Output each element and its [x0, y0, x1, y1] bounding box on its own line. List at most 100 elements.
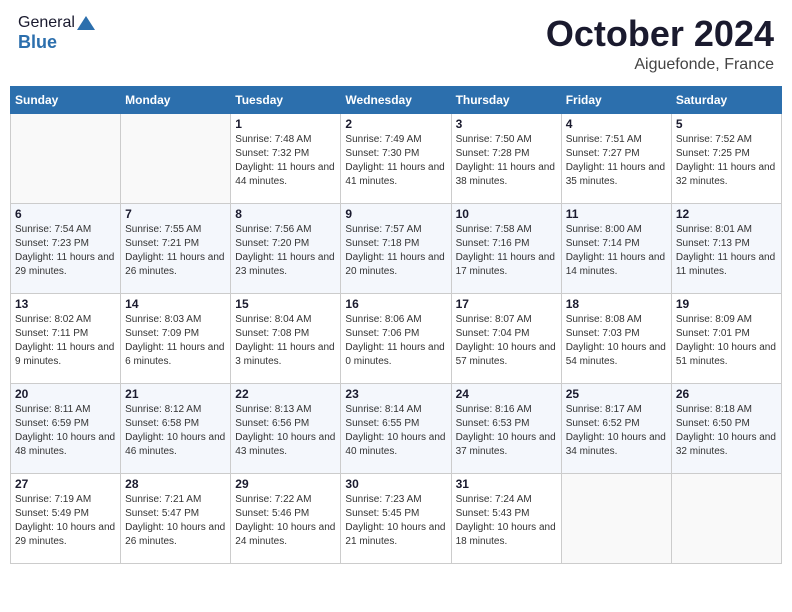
logo-blue-text: Blue [18, 32, 57, 53]
col-wednesday: Wednesday [341, 86, 451, 113]
day-number: 30 [345, 477, 446, 491]
day-number: 29 [235, 477, 336, 491]
table-row: 18 Sunrise: 8:08 AM Sunset: 7:03 PM Dayli… [561, 293, 671, 383]
table-row: 7 Sunrise: 7:55 AM Sunset: 7:21 PM Daylig… [121, 203, 231, 293]
day-info: Sunrise: 8:09 AM Sunset: 7:01 PM Dayligh… [676, 313, 777, 369]
table-row: 4Sunrise: 7:51 AM Sunset: 7:27 PM Daylig… [561, 113, 671, 203]
day-info: Sunrise: 8:03 AM Sunset: 7:09 PM Dayligh… [125, 313, 226, 369]
day-info: Sunrise: 7:58 AM Sunset: 7:16 PM Dayligh… [456, 223, 557, 279]
table-row: 26Sunrise: 8:18 AM Sunset: 6:50 PM Dayli… [671, 383, 781, 473]
day-number: 8 [235, 207, 336, 221]
day-info: Sunrise: 8:14 AM Sunset: 6:55 PM Dayligh… [345, 403, 446, 459]
table-row [121, 113, 231, 203]
table-row: 29 Sunrise: 7:22 AM Sunset: 5:46 PM Dayli… [231, 473, 341, 563]
table-row: 3 Sunrise: 7:50 AM Sunset: 7:28 PM Daylig… [451, 113, 561, 203]
col-sunday: Sunday [11, 86, 121, 113]
day-info: Sunrise: 8:00 AM Sunset: 7:14 PM Dayligh… [566, 223, 667, 279]
day-number: 11 [566, 207, 667, 221]
calendar-table: Sunday Monday Tuesday Wednesday Thursday… [10, 86, 782, 564]
col-thursday: Thursday [451, 86, 561, 113]
day-info: Sunrise: 7:52 AM Sunset: 7:25 PM Dayligh… [676, 133, 777, 189]
day-number: 3 [456, 117, 557, 131]
day-info: Sunrise: 7:56 AM Sunset: 7:20 PM Dayligh… [235, 223, 336, 279]
day-number: 7 [125, 207, 226, 221]
day-number: 2 [345, 117, 446, 131]
table-row: 6 Sunrise: 7:54 AM Sunset: 7:23 PM Daylig… [11, 203, 121, 293]
table-row: 15 Sunrise: 8:04 AM Sunset: 7:08 PM Dayli… [231, 293, 341, 383]
table-row: 30 Sunrise: 7:23 AM Sunset: 5:45 PM Dayli… [341, 473, 451, 563]
calendar-week-row: 20Sunrise: 8:11 AM Sunset: 6:59 PM Dayli… [11, 383, 782, 473]
day-info: Sunrise: 8:16 AM Sunset: 6:53 PM Dayligh… [456, 403, 557, 459]
calendar-week-row: 1 Sunrise: 7:48 AM Sunset: 7:32 PM Daylig… [11, 113, 782, 203]
day-info: Sunrise: 8:01 AM Sunset: 7:13 PM Dayligh… [676, 223, 777, 279]
day-number: 18 [566, 297, 667, 311]
day-info: Sunrise: 7:19 AM Sunset: 5:49 PM Dayligh… [15, 493, 116, 549]
day-number: 6 [15, 207, 116, 221]
calendar-week-row: 13Sunrise: 8:02 AM Sunset: 7:11 PM Dayli… [11, 293, 782, 383]
day-info: Sunrise: 8:08 AM Sunset: 7:03 PM Dayligh… [566, 313, 667, 369]
day-info: Sunrise: 8:07 AM Sunset: 7:04 PM Dayligh… [456, 313, 557, 369]
day-number: 9 [345, 207, 446, 221]
day-info: Sunrise: 7:24 AM Sunset: 5:43 PM Dayligh… [456, 493, 557, 549]
logo-arrow-icon [77, 16, 95, 30]
day-number: 14 [125, 297, 226, 311]
day-number: 4 [566, 117, 667, 131]
table-row: 27 Sunrise: 7:19 AM Sunset: 5:49 PM Dayli… [11, 473, 121, 563]
day-info: Sunrise: 8:17 AM Sunset: 6:52 PM Dayligh… [566, 403, 667, 459]
col-monday: Monday [121, 86, 231, 113]
table-row: 12 Sunrise: 8:01 AM Sunset: 7:13 PM Dayli… [671, 203, 781, 293]
day-number: 16 [345, 297, 446, 311]
table-row: 13Sunrise: 8:02 AM Sunset: 7:11 PM Dayli… [11, 293, 121, 383]
calendar-week-row: 27 Sunrise: 7:19 AM Sunset: 5:49 PM Dayli… [11, 473, 782, 563]
day-number: 5 [676, 117, 777, 131]
day-info: Sunrise: 7:21 AM Sunset: 5:47 PM Dayligh… [125, 493, 226, 549]
col-tuesday: Tuesday [231, 86, 341, 113]
table-row: 14 Sunrise: 8:03 AM Sunset: 7:09 PM Dayli… [121, 293, 231, 383]
table-row: 28Sunrise: 7:21 AM Sunset: 5:47 PM Dayli… [121, 473, 231, 563]
table-row: 31 Sunrise: 7:24 AM Sunset: 5:43 PM Dayli… [451, 473, 561, 563]
day-number: 19 [676, 297, 777, 311]
table-row: 11 Sunrise: 8:00 AM Sunset: 7:14 PM Dayli… [561, 203, 671, 293]
table-row: 24Sunrise: 8:16 AM Sunset: 6:53 PM Dayli… [451, 383, 561, 473]
day-number: 31 [456, 477, 557, 491]
day-number: 15 [235, 297, 336, 311]
col-friday: Friday [561, 86, 671, 113]
day-info: Sunrise: 7:22 AM Sunset: 5:46 PM Dayligh… [235, 493, 336, 549]
table-row: 19 Sunrise: 8:09 AM Sunset: 7:01 PM Dayli… [671, 293, 781, 383]
day-info: Sunrise: 8:04 AM Sunset: 7:08 PM Dayligh… [235, 313, 336, 369]
table-row: 16 Sunrise: 8:06 AM Sunset: 7:06 PM Dayli… [341, 293, 451, 383]
location-title: Aiguefonde, France [546, 56, 774, 74]
day-number: 12 [676, 207, 777, 221]
table-row [11, 113, 121, 203]
day-info: Sunrise: 8:12 AM Sunset: 6:58 PM Dayligh… [125, 403, 226, 459]
table-row: 2Sunrise: 7:49 AM Sunset: 7:30 PM Daylig… [341, 113, 451, 203]
col-saturday: Saturday [671, 86, 781, 113]
day-info: Sunrise: 7:55 AM Sunset: 7:21 PM Dayligh… [125, 223, 226, 279]
day-info: Sunrise: 7:23 AM Sunset: 5:45 PM Dayligh… [345, 493, 446, 549]
table-row: 1 Sunrise: 7:48 AM Sunset: 7:32 PM Daylig… [231, 113, 341, 203]
table-row: 20Sunrise: 8:11 AM Sunset: 6:59 PM Dayli… [11, 383, 121, 473]
calendar-header-row: Sunday Monday Tuesday Wednesday Thursday… [11, 86, 782, 113]
table-row: 22Sunrise: 8:13 AM Sunset: 6:56 PM Dayli… [231, 383, 341, 473]
day-number: 1 [235, 117, 336, 131]
table-row: 9Sunrise: 7:57 AM Sunset: 7:18 PM Daylig… [341, 203, 451, 293]
day-number: 22 [235, 387, 336, 401]
day-number: 13 [15, 297, 116, 311]
day-info: Sunrise: 7:48 AM Sunset: 7:32 PM Dayligh… [235, 133, 336, 189]
table-row: 5 Sunrise: 7:52 AM Sunset: 7:25 PM Daylig… [671, 113, 781, 203]
table-row: 17 Sunrise: 8:07 AM Sunset: 7:04 PM Dayli… [451, 293, 561, 383]
day-number: 10 [456, 207, 557, 221]
day-number: 23 [345, 387, 446, 401]
day-info: Sunrise: 8:18 AM Sunset: 6:50 PM Dayligh… [676, 403, 777, 459]
title-block: October 2024 Aiguefonde, France [546, 14, 774, 74]
day-number: 21 [125, 387, 226, 401]
day-number: 20 [15, 387, 116, 401]
table-row: 21 Sunrise: 8:12 AM Sunset: 6:58 PM Dayli… [121, 383, 231, 473]
day-number: 27 [15, 477, 116, 491]
day-info: Sunrise: 7:50 AM Sunset: 7:28 PM Dayligh… [456, 133, 557, 189]
day-info: Sunrise: 7:54 AM Sunset: 7:23 PM Dayligh… [15, 223, 116, 279]
calendar-week-row: 6 Sunrise: 7:54 AM Sunset: 7:23 PM Daylig… [11, 203, 782, 293]
day-info: Sunrise: 8:06 AM Sunset: 7:06 PM Dayligh… [345, 313, 446, 369]
day-number: 17 [456, 297, 557, 311]
table-row: 23 Sunrise: 8:14 AM Sunset: 6:55 PM Dayli… [341, 383, 451, 473]
